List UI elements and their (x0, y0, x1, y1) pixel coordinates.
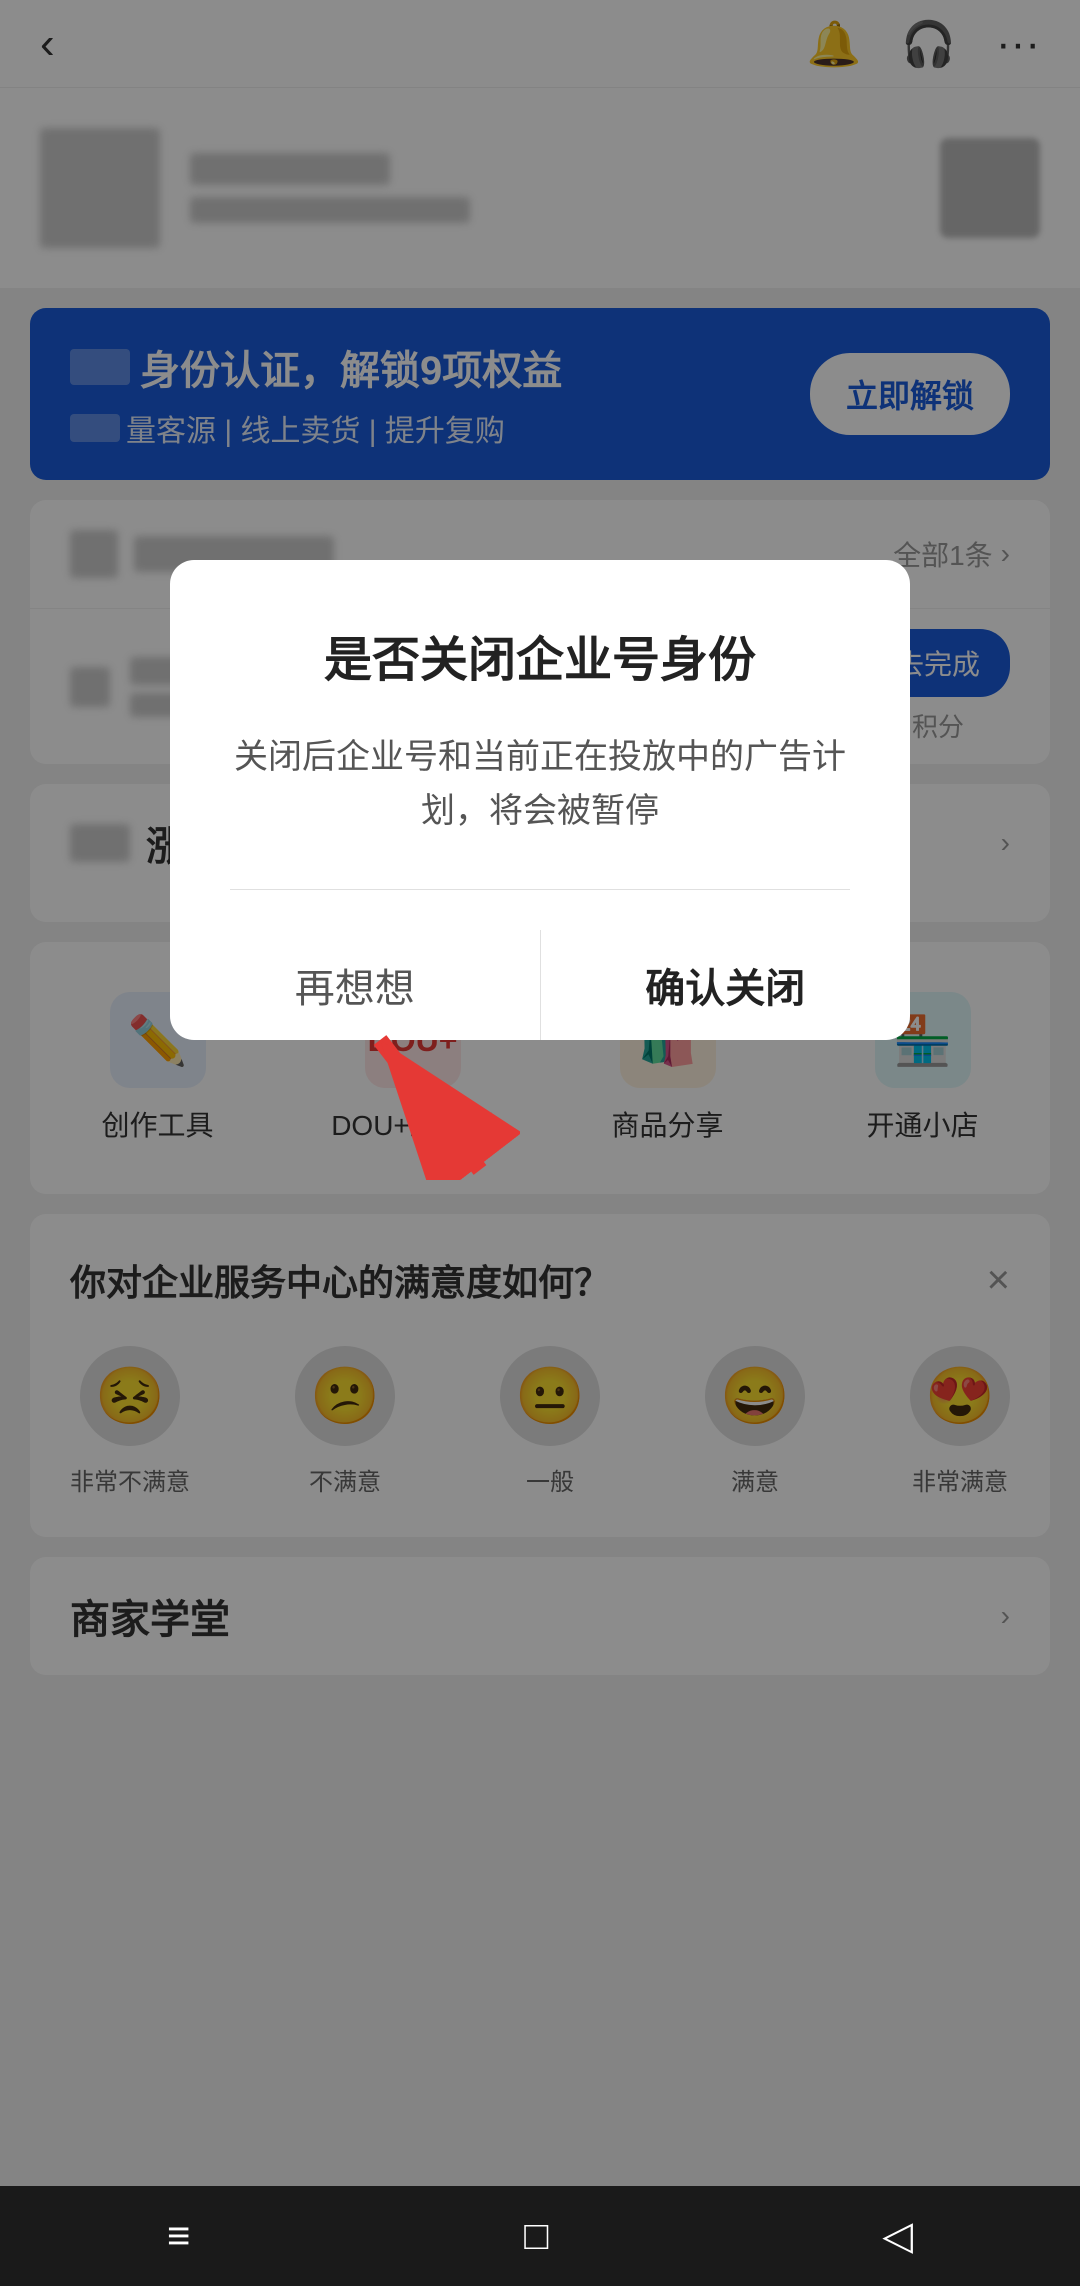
modal-title: 是否关闭企业号身份 (230, 620, 850, 690)
bottom-back-icon[interactable]: ◁ (882, 2213, 913, 2259)
bottom-menu-icon[interactable]: ≡ (167, 2214, 190, 2259)
modal-cancel-button[interactable]: 再想想 (170, 930, 540, 1040)
modal-confirm-button[interactable]: 确认关闭 (541, 930, 911, 1040)
modal-overlay[interactable] (0, 0, 1080, 2186)
modal-dialog: 是否关闭企业号身份 关闭后企业号和当前正在投放中的广告计划，将会被暂停 再想想 … (170, 560, 910, 1040)
bottom-home-icon[interactable]: □ (524, 2214, 548, 2259)
modal-description: 关闭后企业号和当前正在投放中的广告计划，将会被暂停 (230, 730, 850, 839)
bottom-nav: ≡ □ ◁ (0, 2186, 1080, 2286)
